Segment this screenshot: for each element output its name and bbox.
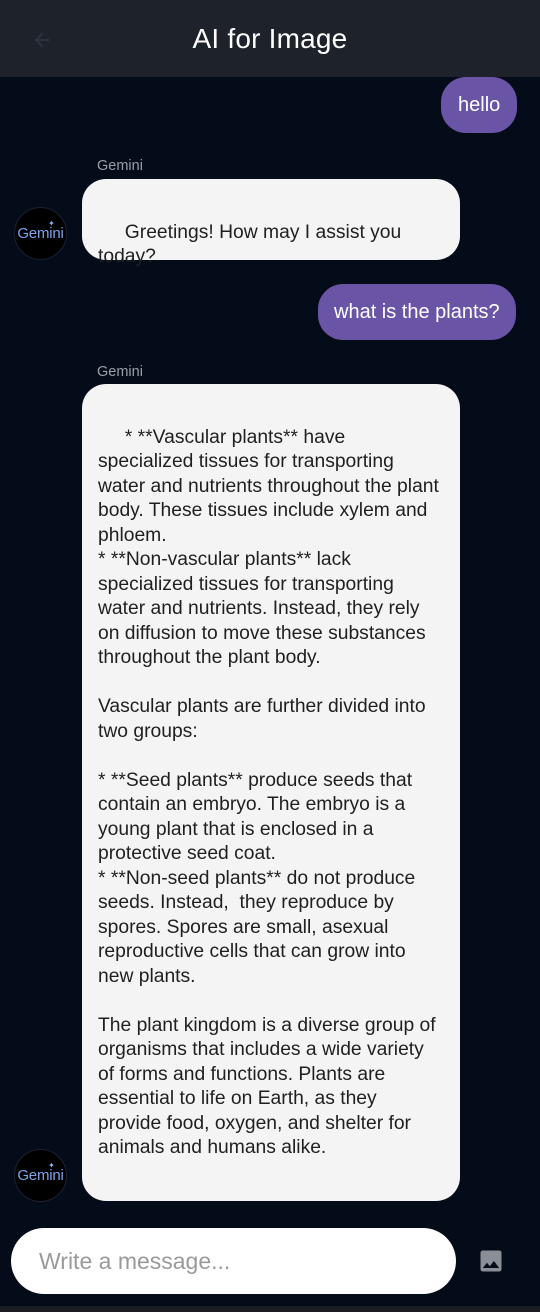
ai-message-bubble: * **Vascular plants** have specialized t… xyxy=(82,384,460,1201)
gemini-logo-icon: Gemini ✦ xyxy=(17,219,64,242)
avatar: Gemini ✦ xyxy=(14,1149,67,1202)
ai-message-text: Greetings! How may I assist you today? xyxy=(98,221,407,268)
ai-message-text: * **Vascular plants** have specialized t… xyxy=(98,426,439,1159)
user-message-bubble: what is the plants? xyxy=(318,284,516,340)
user-message-text: what is the plants? xyxy=(334,300,500,323)
app-bar: AI for Image xyxy=(0,0,540,77)
sender-name: Gemini xyxy=(97,158,143,174)
arrow-back-icon[interactable] xyxy=(22,20,62,60)
ai-message-bubble: Greetings! How may I assist you today? xyxy=(82,179,460,267)
message-input-placeholder: Write a message... xyxy=(39,1247,231,1274)
user-message-text: hello xyxy=(458,93,501,116)
sender-name: Gemini xyxy=(97,364,143,380)
image-icon[interactable] xyxy=(476,1246,506,1276)
chat-screen: AI for Image hello Gemini Greetings! How… xyxy=(0,0,540,1312)
user-message-bubble: hello xyxy=(441,77,518,133)
gemini-logo-icon: Gemini ✦ xyxy=(17,1161,64,1184)
bottom-divider xyxy=(0,1306,540,1312)
avatar: Gemini ✦ xyxy=(14,207,67,260)
app-title: AI for Image xyxy=(192,22,348,54)
message-input[interactable]: Write a message... xyxy=(11,1228,456,1294)
